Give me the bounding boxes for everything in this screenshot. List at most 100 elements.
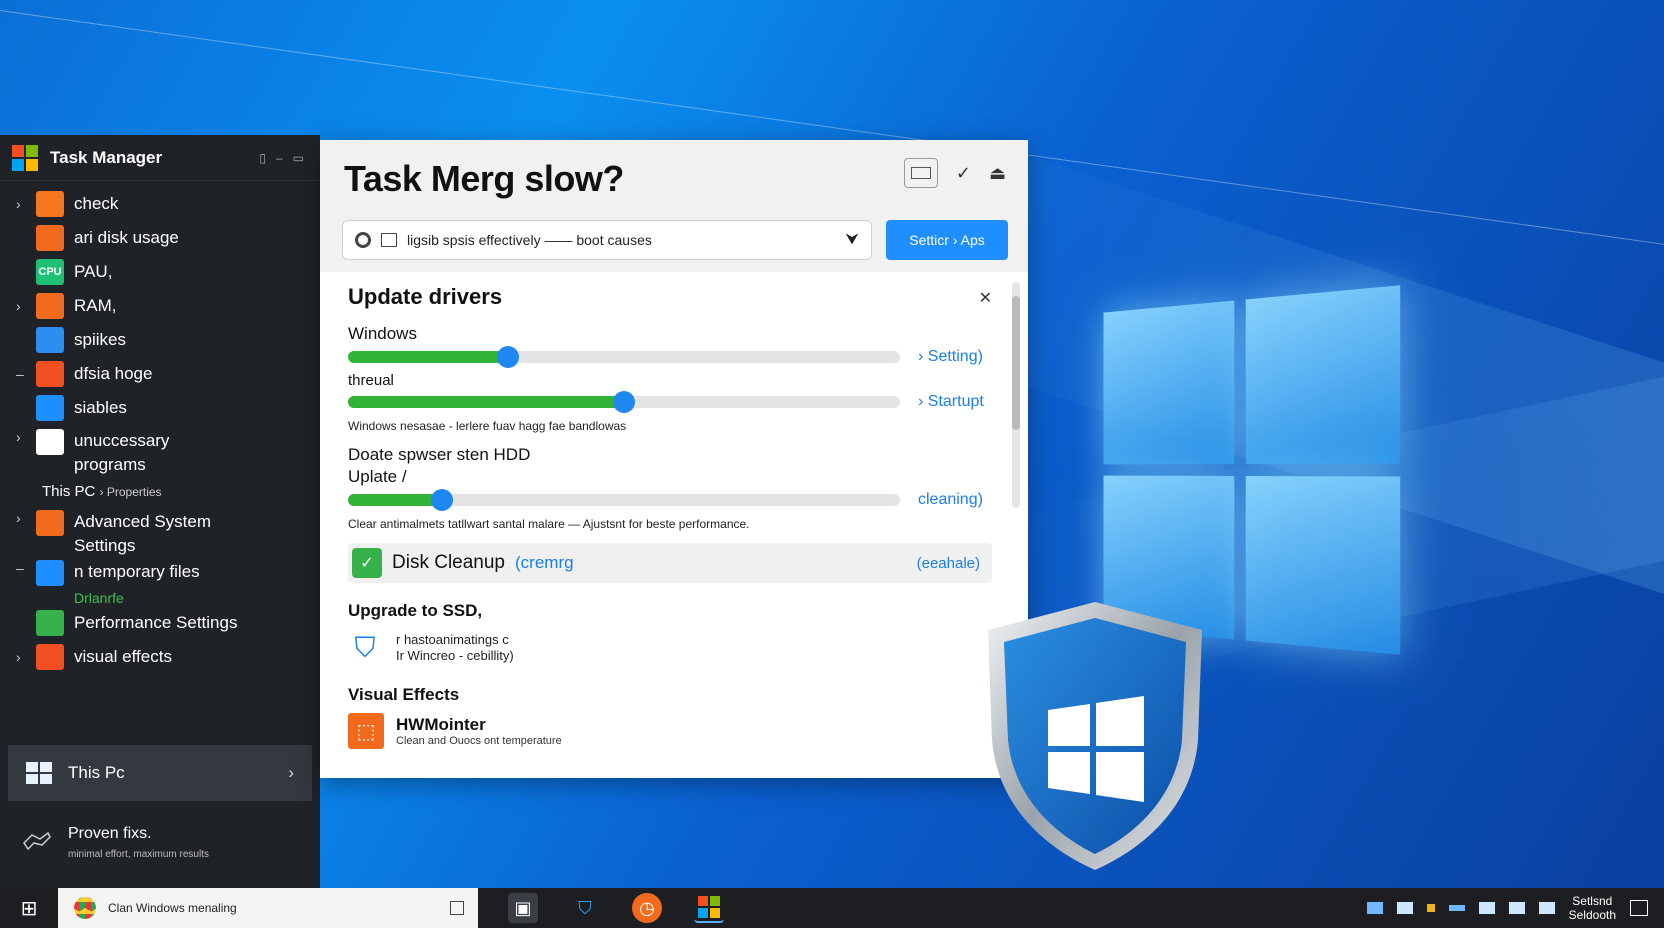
cleaning-link[interactable]: cleaning) <box>918 491 983 509</box>
search-value: ligsib spsis effectively —— boot causes <box>407 232 652 248</box>
sidebar-item-label: Performance Settings <box>74 613 238 632</box>
taskbar-search[interactable]: Clan Windows menaling <box>58 888 478 928</box>
sidebar-item-1[interactable]: ari disk usage <box>0 221 320 255</box>
sidebar-item-0[interactable]: › check <box>0 187 320 221</box>
chevron-icon[interactable]: › <box>16 649 36 665</box>
sidebar-item-label: ari disk usage <box>74 228 179 247</box>
sidebar-item-3[interactable]: › RAM, <box>0 289 320 323</box>
window-mode-button[interactable] <box>903 158 938 188</box>
desktop-windows-logo <box>1085 285 1401 655</box>
slider-label-thread: threual <box>348 372 394 389</box>
download-icon[interactable]: ⏏ <box>989 163 1006 184</box>
radio-icon <box>355 232 371 248</box>
slider-label-hdd: Doate spwser sten HDD <box>348 445 531 464</box>
sidebar-item-b-1[interactable]: – n temporary files Drlanrfe <box>0 556 320 606</box>
this-pc-button[interactable]: This Pc › <box>8 745 312 801</box>
disk-cleanup-link-2[interactable]: (eeahale) <box>917 555 980 572</box>
hand-icon <box>23 831 51 851</box>
chevron-icon[interactable]: › <box>16 510 36 526</box>
windows-color-icon <box>36 644 64 670</box>
note-text: Windows nesasae - lerlere fuav hagg fae … <box>348 419 627 433</box>
disk-cleanup-link[interactable]: (cremrg <box>515 553 574 573</box>
sidebar-item-7[interactable]: › unuccessary programs <box>0 425 320 475</box>
sidebar-item-b-3[interactable]: › visual effects <box>0 640 320 674</box>
slider-label-windows: Windows <box>348 324 417 343</box>
sidebar-item-label: RAM, <box>74 296 117 315</box>
windows-blue-icon <box>36 395 64 421</box>
dropdown-chevron-icon[interactable]: ⮟ <box>845 231 859 249</box>
slider-update[interactable] <box>348 489 900 511</box>
tray-windows-icon-3[interactable] <box>1538 902 1555 914</box>
sidebar-item-label: dfsia hoge <box>74 364 153 383</box>
sidebar-item-5[interactable]: – dfsia hoge <box>0 357 320 391</box>
shield-app-icon[interactable]: ⛉ <box>570 893 600 923</box>
sidebar-item-label: siables <box>74 398 127 417</box>
tiles-icon <box>36 327 64 353</box>
sidebar-item-4[interactable]: spiikes <box>0 323 320 357</box>
startup-link[interactable]: › Startupt <box>918 393 984 411</box>
footer-title: Proven fixs. <box>68 825 152 842</box>
clock-app-icon[interactable]: ◷ <box>632 893 662 923</box>
windows-logo-icon <box>12 144 38 171</box>
scrollbar[interactable] <box>1012 282 1020 508</box>
tray-icon[interactable] <box>1366 902 1383 914</box>
system-tray: Setlsnd Seldooth <box>1366 894 1664 922</box>
sidebar-item-2[interactable]: CPU PAU, <box>0 255 320 289</box>
chevron-icon[interactable]: – <box>16 366 36 382</box>
hwmonitor-icon: ⬚ <box>348 713 384 749</box>
sidebar-item-b-2[interactable]: Performance Settings <box>0 606 320 640</box>
slider-knob[interactable] <box>497 346 520 368</box>
ring-icon <box>36 293 64 319</box>
chevron-icon[interactable]: › <box>16 298 36 314</box>
shield-download-icon: ⛉ <box>354 631 376 663</box>
monitor-app-icon[interactable]: ▣ <box>508 893 538 923</box>
chevron-icon[interactable]: › <box>16 196 36 212</box>
clock[interactable]: Setlsnd Seldooth <box>1569 894 1616 922</box>
sidebar-item-b-0[interactable]: › Advanced System Settings <box>0 506 320 556</box>
sidebar-section-this-pc[interactable]: This PC › Properties <box>0 475 320 506</box>
this-pc-label: This Pc <box>68 763 125 782</box>
slider-knob[interactable] <box>430 489 453 511</box>
start-button[interactable]: ⊞ <box>0 888 58 928</box>
windows-app-icon[interactable] <box>694 893 724 923</box>
minimize-icon[interactable]: – <box>276 151 283 165</box>
sidebar-item-label: Advanced System Settings <box>74 512 212 555</box>
tray-windows-icon-2[interactable] <box>1478 902 1495 914</box>
pin-icon[interactable]: ▯ <box>259 151 266 165</box>
tray-windows-icon[interactable] <box>1396 902 1413 914</box>
slider-knob[interactable] <box>613 391 635 413</box>
sidebar-item-label: spiikes <box>74 330 126 349</box>
cpu-icon: CPU <box>36 259 64 285</box>
window-header: Task Merg slow? ✓ ⏏ ligsib spsis effecti… <box>320 140 1028 272</box>
performance-icon <box>36 610 64 636</box>
disk-cleanup-row[interactable]: ✓ Disk Cleanup (cremrg (eeahale) <box>348 543 992 583</box>
notification-icon[interactable] <box>1630 900 1648 916</box>
chevron-icon[interactable]: – <box>16 560 36 576</box>
tray-folder-icon[interactable] <box>1426 904 1435 912</box>
slider-label-update: Uplate / <box>348 467 407 486</box>
slider-thread[interactable] <box>348 391 900 413</box>
slider-windows[interactable] <box>348 346 900 368</box>
sidebar-footer: Proven fixs. minimal effort, maximum res… <box>20 825 209 860</box>
taskbar: ⊞ Clan Windows menaling ▣ ⛉ ◷ Setlsnd Se… <box>0 888 1664 928</box>
ssd-heading: Upgrade to SSD, <box>348 601 483 620</box>
sidebar-item-6[interactable]: siables <box>0 391 320 425</box>
search-field[interactable]: ligsib spsis effectively —— boot causes … <box>342 220 872 260</box>
panel-header: Task Manager ▯ – ▭ <box>0 135 320 181</box>
windows-color-icon <box>36 361 64 387</box>
document-icon <box>36 429 64 455</box>
window-icon[interactable]: ▭ <box>293 151 304 165</box>
chevron-icon[interactable]: › <box>16 429 36 445</box>
check-icon[interactable]: ✓ <box>956 163 971 184</box>
settings-apps-button[interactable]: Setticr › Aps <box>886 220 1008 260</box>
sidebar-list-2: › Advanced System Settings – n temporary fil… <box>0 506 320 674</box>
close-icon[interactable]: ✕ <box>979 288 992 308</box>
hwmonitor-item[interactable]: ⬚ HWMointer Clean and Ouocs ont temperat… <box>348 713 1000 749</box>
task-view-icon[interactable] <box>450 901 464 915</box>
tray-network-icon[interactable] <box>1448 905 1465 911</box>
ssd-line-1: r hastoanimatings c <box>396 632 509 647</box>
tray-volume-icon[interactable] <box>1508 902 1525 914</box>
setting-link[interactable]: › Setting) <box>918 348 983 366</box>
disk-icon <box>36 225 64 251</box>
chevron-right-icon: › <box>288 763 294 782</box>
